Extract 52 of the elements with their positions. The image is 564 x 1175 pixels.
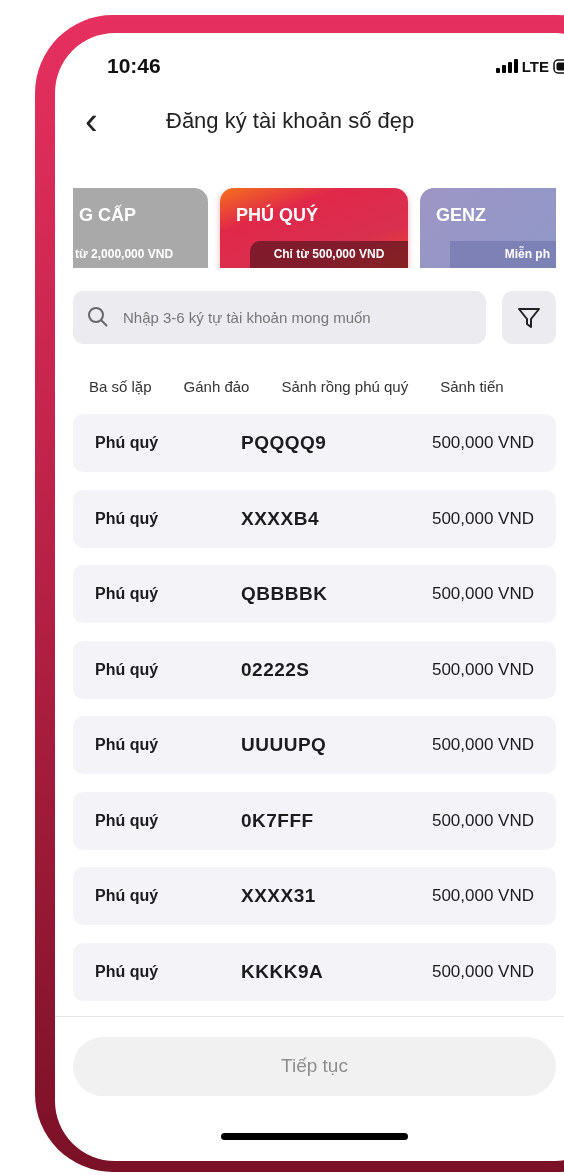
number-row[interactable]: Phú quý 0K7FFF 500,000 VND <box>73 791 556 850</box>
account-number: XXXXB4 <box>241 507 320 530</box>
card-title: G CẤP <box>79 205 136 226</box>
price-label: 500,000 VND <box>431 886 534 906</box>
account-number: UUUUPQ <box>241 734 328 756</box>
number-row[interactable]: Phú quý XXXXB4 500,000 VND <box>73 489 556 548</box>
filter-chip[interactable]: Sảnh rồng phú quý <box>281 375 409 397</box>
number-row[interactable]: Phú quý 02222S 500,000 VND <box>73 640 556 699</box>
price-label: 500,000 VND <box>431 433 534 453</box>
account-number: QBBBBK <box>241 583 329 605</box>
card-title: PHÚ QUÝ <box>236 205 318 226</box>
price-label: 500,000 VND <box>431 659 534 680</box>
category-label: Phú quý <box>95 434 160 452</box>
screen-title: Đăng ký tài khoản số đẹp <box>166 108 415 134</box>
category-label: Phú quý <box>95 585 160 603</box>
price-label: 500,000 VND <box>431 508 534 529</box>
card-subtitle: từ 2,000,000 VND <box>74 246 175 263</box>
category-label: Phú quý <box>95 660 160 679</box>
price-label: 500,000 VND <box>431 810 534 831</box>
category-label: Phú quý <box>95 736 160 754</box>
category-label: Phú quý <box>95 811 160 830</box>
account-number: 0K7FFF <box>241 809 315 832</box>
account-number: XXXX31 <box>241 885 317 907</box>
price-label: 500,000 VND <box>431 961 534 982</box>
back-button[interactable]: ‹ <box>73 100 133 142</box>
price-label: 500,000 VND <box>431 584 534 604</box>
filter-chip[interactable]: Sảnh tiến <box>440 375 504 397</box>
card-subtitle: Chỉ từ 500,000 VND <box>250 241 408 268</box>
category-label: Phú quý <box>95 962 160 981</box>
filter-icon <box>517 305 541 330</box>
filter-button[interactable] <box>502 291 556 344</box>
price-label: 500,000 VND <box>431 735 534 755</box>
category-label: Phú quý <box>95 509 160 528</box>
account-number: 02222S <box>241 658 311 681</box>
account-number: PQQQQ9 <box>241 432 328 454</box>
category-card[interactable]: GENZ Miễn ph <box>420 188 556 268</box>
status-time: 10:46 <box>107 54 161 78</box>
account-number: KKKK9A <box>241 960 325 983</box>
category-label: Phú quý <box>95 887 160 905</box>
number-row[interactable]: Phú quý UUUUPQ 500,000 VND <box>73 716 556 774</box>
network-label: LTE <box>521 57 549 75</box>
search-field[interactable]: Nhập 3-6 ký tự tài khoản mong muốn <box>73 291 486 344</box>
number-row[interactable]: Phú quý PQQQQ9 500,000 VND <box>73 414 556 472</box>
signal-icon <box>495 59 518 73</box>
category-card[interactable]: PHÚ QUÝ Chỉ từ 500,000 VND <box>220 188 408 268</box>
number-row[interactable]: Phú quý QBBBBK 500,000 VND <box>73 565 556 623</box>
card-subtitle: Miễn ph <box>450 241 556 268</box>
number-row[interactable]: Phú quý KKKK9A 500,000 VND <box>73 942 556 1001</box>
card-title: GENZ <box>436 205 486 226</box>
number-row[interactable]: Phú quý XXXX31 500,000 VND <box>73 867 556 925</box>
filter-chip[interactable]: Ba số lặp <box>89 375 152 397</box>
filter-chip[interactable]: Gánh đảo <box>183 375 250 397</box>
